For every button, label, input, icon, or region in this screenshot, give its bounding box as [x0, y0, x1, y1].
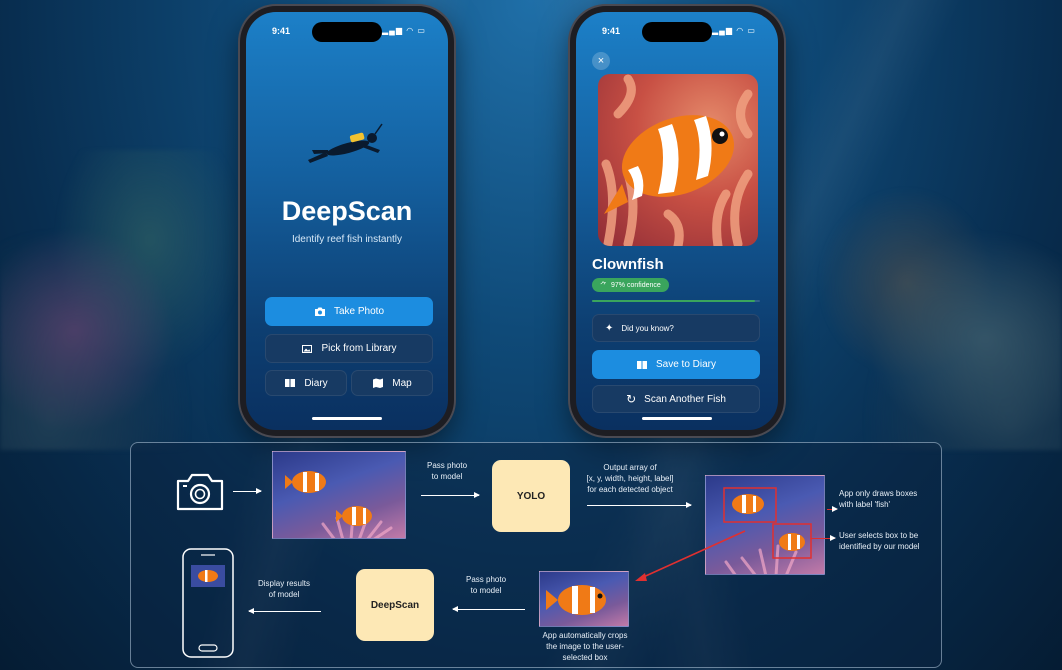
result-screen: 9:41 ▂▄▆ ◠ ▭ × Clownfish ⺈ 97% confidenc…	[576, 12, 778, 430]
pick-library-label: Pick from Library	[321, 343, 397, 354]
status-icons: ▂▄▆ ◠ ▭	[712, 26, 756, 35]
app-name: DeepScan	[281, 196, 413, 226]
arrow	[421, 492, 480, 498]
sparkle-icon: ✦	[605, 322, 614, 334]
output-array-label: Output array of [x, y, width, height, la…	[586, 463, 674, 494]
callout-line-2	[811, 535, 836, 541]
confidence-bar-fill	[592, 300, 755, 302]
pass-photo-label-2: Pass photo to model	[465, 575, 507, 595]
clownfish-image	[601, 74, 753, 246]
refresh-icon: ↻	[626, 392, 637, 406]
status-time: 9:41	[272, 26, 291, 36]
status-icons: ▂▄▆ ◠ ▭	[382, 26, 426, 35]
status-time: 9:41	[602, 26, 621, 36]
input-photo	[272, 451, 406, 539]
diary-button[interactable]: Diary	[265, 370, 347, 396]
cropped-photo	[539, 571, 629, 627]
map-icon	[373, 378, 384, 388]
phone-outline-icon	[182, 548, 234, 658]
dynamic-island	[642, 22, 712, 42]
camera-icon	[176, 473, 224, 511]
reef-background-left	[0, 150, 250, 450]
arrow	[233, 488, 262, 494]
dynamic-island	[312, 22, 382, 42]
home-indicator	[642, 417, 712, 420]
phone-result-screen: 9:41 ▂▄▆ ◠ ▭ × Clownfish ⺈ 97% confidenc…	[570, 6, 784, 436]
diver-icon	[308, 123, 383, 163]
take-photo-label: Take Photo	[333, 306, 385, 317]
phone-home-screen: 9:41 ▂▄▆ ◠ ▭ DeepScan Identify reef fish…	[240, 6, 454, 436]
display-results-label: Display results of model	[257, 579, 310, 599]
pick-library-button[interactable]: Pick from Library	[265, 334, 433, 363]
app-tagline: Identify reef fish instantly	[291, 234, 403, 245]
take-photo-button[interactable]: Take Photo	[265, 297, 433, 326]
selection-arrow	[635, 530, 746, 581]
scan-another-button[interactable]: ↻ Scan Another Fish	[592, 385, 760, 413]
map-label: Map	[392, 377, 412, 389]
diary-label: Diary	[304, 377, 328, 389]
pipeline-panel: Pass photo to model YOLO Output array of…	[130, 442, 942, 668]
fish-photo	[598, 74, 758, 246]
close-button[interactable]: ×	[592, 52, 610, 70]
map-button[interactable]: Map	[351, 370, 433, 396]
did-you-know-label: Did you know?	[621, 323, 674, 333]
reef-background-right	[802, 170, 1062, 450]
book-icon	[636, 360, 647, 369]
pass-photo-label-1: Pass photo to model	[426, 461, 468, 481]
species-name: Clownfish	[592, 256, 664, 273]
home-screen: 9:41 ▂▄▆ ◠ ▭ DeepScan Identify reef fish…	[246, 12, 448, 430]
confidence-badge: ⺈ 97% confidence	[592, 278, 669, 292]
did-you-know-button[interactable]: ✦ Did you know?	[592, 314, 760, 342]
yolo-model-box: YOLO	[492, 460, 570, 532]
home-indicator	[312, 417, 382, 420]
scan-another-label: Scan Another Fish	[644, 393, 726, 405]
callout-line-1	[827, 506, 838, 512]
draws-boxes-label: App only draws boxes with label 'fish'	[839, 489, 918, 509]
arrow	[452, 606, 525, 612]
save-diary-label: Save to Diary	[655, 359, 717, 370]
camera-icon	[314, 307, 325, 316]
book-icon	[285, 379, 296, 387]
user-selects-label: User selects box to be identified by our…	[839, 531, 920, 551]
arrow	[587, 502, 692, 508]
deepscan-model-box: DeepScan	[356, 569, 434, 641]
arrow	[248, 608, 321, 614]
confidence-bar	[592, 300, 760, 302]
save-diary-button[interactable]: Save to Diary	[592, 350, 760, 379]
confidence-label: 97% confidence	[611, 281, 661, 289]
pulse-icon: ⺈	[600, 282, 607, 289]
photo-library-icon	[302, 344, 313, 353]
crops-label: App automatically crops the image to the…	[542, 631, 628, 662]
